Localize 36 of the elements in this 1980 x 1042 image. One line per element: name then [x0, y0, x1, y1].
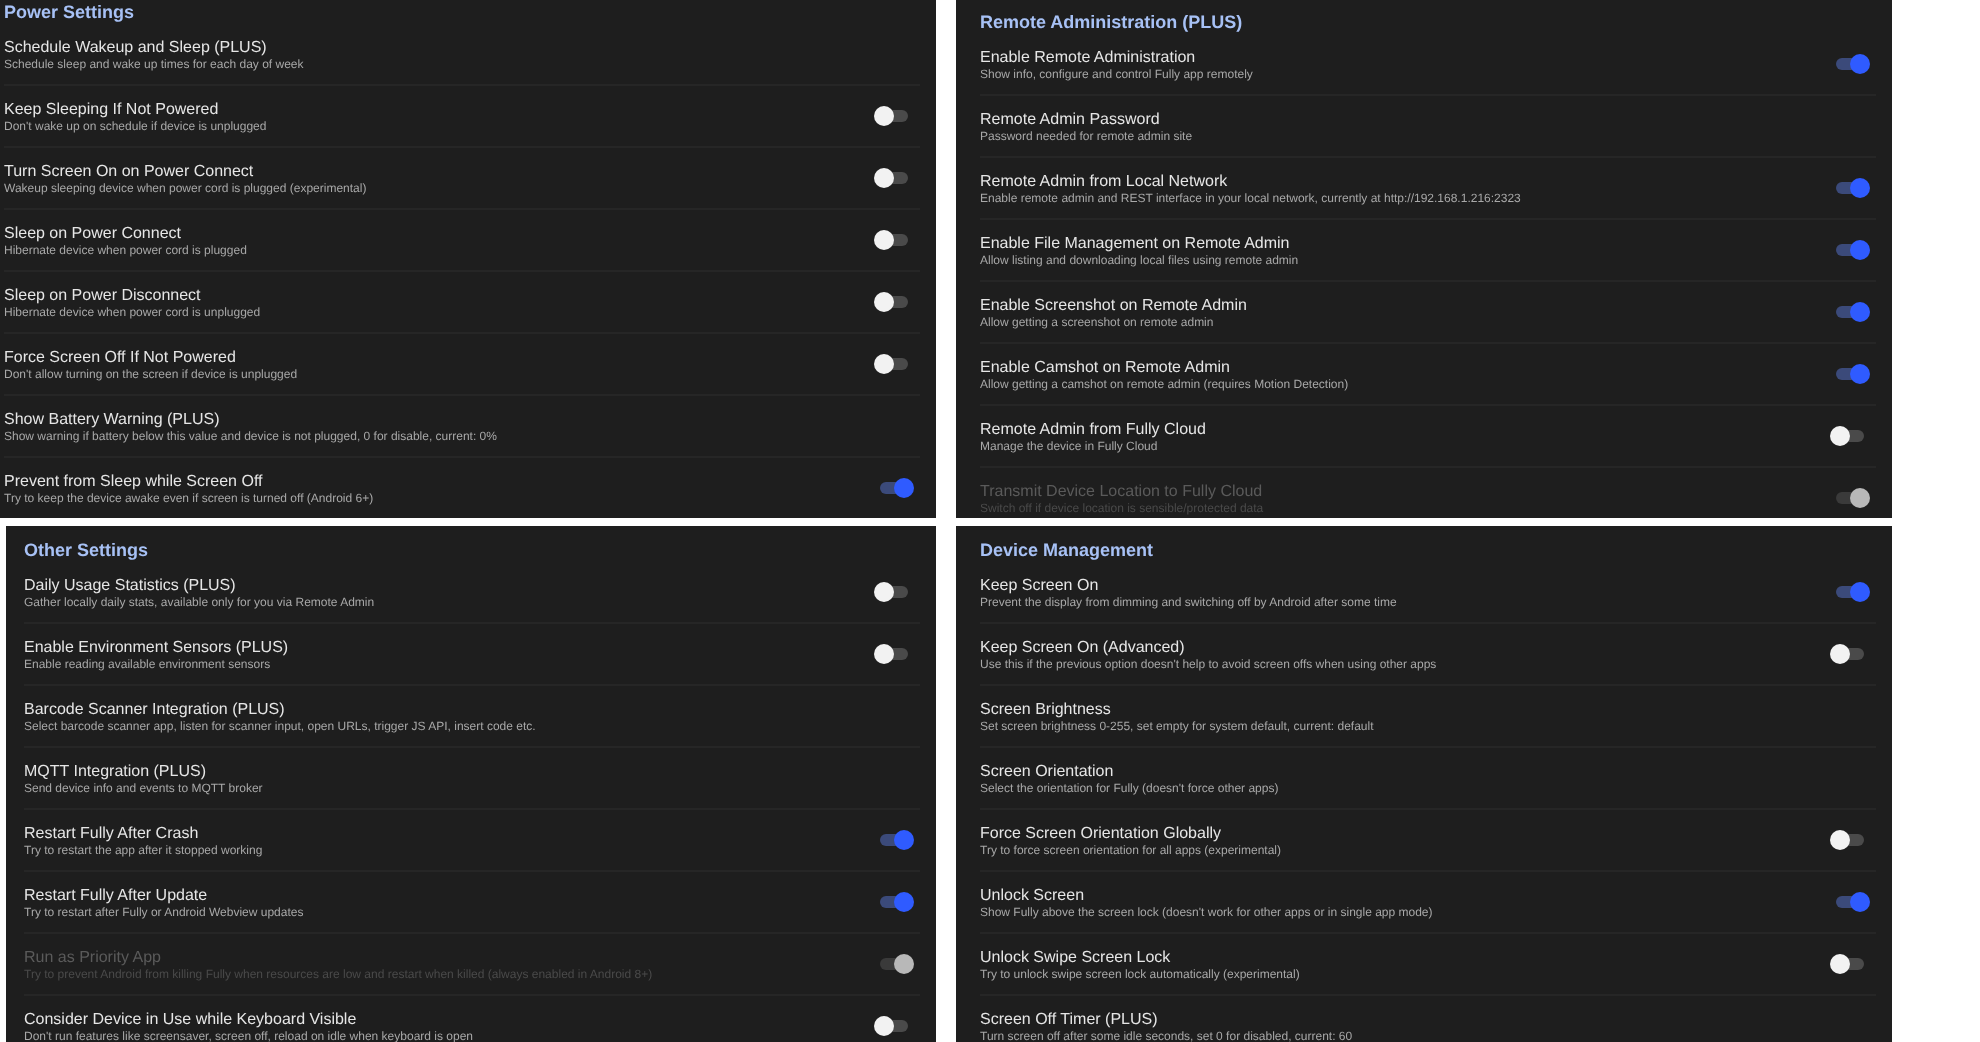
setting-title: Consider Device in Use while Keyboard Visible: [24, 1009, 357, 1027]
setting-title: Screen Brightness: [980, 699, 1111, 717]
section-header: Other Settings: [24, 538, 149, 562]
section-header: Power Settings: [4, 0, 135, 24]
setting-title: Enable Screenshot on Remote Admin: [980, 295, 1247, 313]
setting-title: Unlock Swipe Screen Lock: [980, 947, 1171, 965]
setting-title: Run as Priority App: [24, 947, 161, 965]
setting-title: Remote Admin Password: [980, 109, 1160, 127]
section-header: Remote Administration (PLUS): [980, 10, 1243, 34]
setting-title: Restart Fully After Update: [24, 885, 208, 903]
setting-title: Sleep on Power Disconnect: [4, 285, 201, 303]
setting-title: Schedule Wakeup and Sleep (PLUS): [4, 37, 267, 55]
setting-title: Enable Camshot on Remote Admin: [980, 357, 1230, 375]
setting-title: Screen Orientation: [980, 761, 1114, 779]
setting-title: Screen Off Timer (PLUS): [980, 1009, 1158, 1027]
setting-title: Restart Fully After Crash: [24, 823, 199, 841]
setting-title: Daily Usage Statistics (PLUS): [24, 575, 236, 593]
setting-title: Force Screen Off If Not Powered: [4, 347, 236, 365]
setting-title: Turn Screen On on Power Connect: [4, 161, 254, 179]
section-header: Device Management: [980, 538, 1154, 562]
setting-title: Prevent from Sleep while Screen Off: [4, 471, 263, 489]
setting-title: Enable File Management on Remote Admin: [980, 233, 1290, 251]
setting-title: Keep Screen On (Advanced): [980, 637, 1185, 655]
setting-title: Unlock Screen: [980, 885, 1085, 903]
setting-title: Barcode Scanner Integration (PLUS): [24, 699, 285, 717]
setting-title: Force Screen Orientation Globally: [980, 823, 1221, 841]
setting-title: Sleep on Power Connect: [4, 223, 181, 241]
setting-title: Enable Environment Sensors (PLUS): [24, 637, 289, 655]
setting-title: Transmit Device Location to Fully Cloud: [980, 481, 1263, 499]
setting-title: MQTT Integration (PLUS): [24, 761, 206, 779]
setting-title: Keep Sleeping If Not Powered: [4, 99, 219, 117]
setting-title: Show Battery Warning (PLUS): [4, 409, 220, 427]
setting-title: Enable Remote Administration: [980, 47, 1196, 65]
setting-title: Remote Admin from Fully Cloud: [980, 419, 1206, 437]
setting-title: Keep Screen On: [980, 575, 1099, 593]
setting-title: Remote Admin from Local Network: [980, 171, 1228, 189]
